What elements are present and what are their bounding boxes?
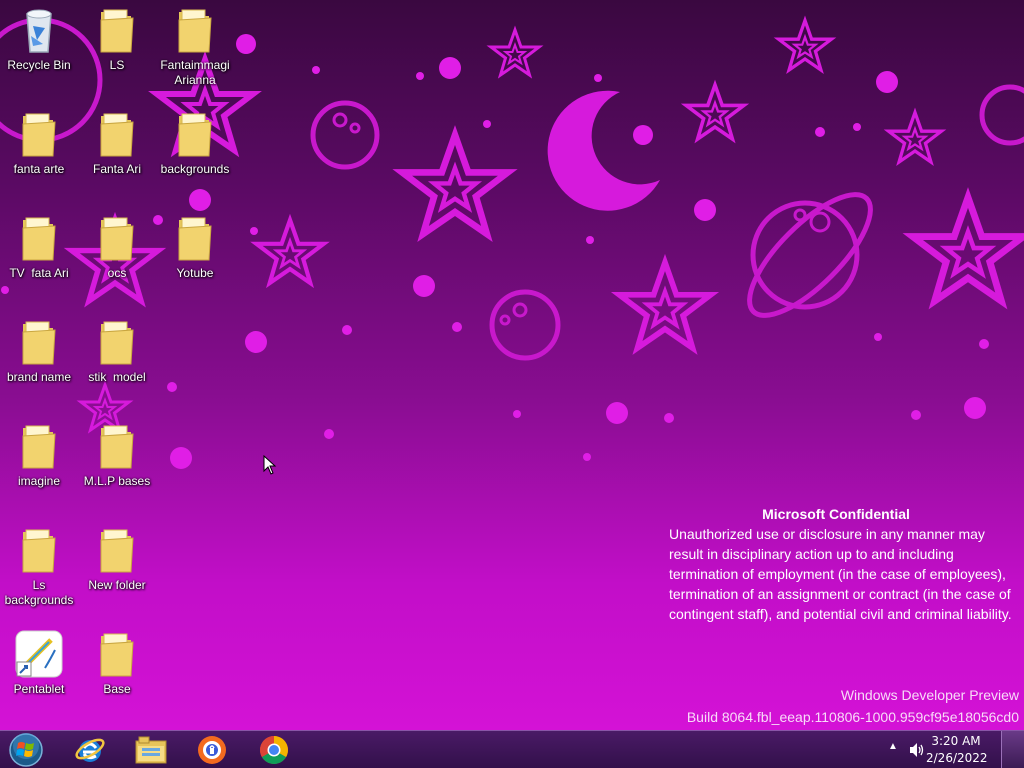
desktop-icon-ocs[interactable]: ocs — [78, 214, 156, 281]
desktop-icon-label: Yotube — [176, 266, 214, 280]
desktop-icon-label: imagine — [17, 474, 61, 488]
desktop-icon-brand-name[interactable]: brand name — [0, 318, 78, 385]
desktop-icon-fanta-ari[interactable]: Fanta Ari — [78, 110, 156, 177]
folder-icon — [100, 321, 134, 365]
recycle-bin-icon — [26, 9, 52, 53]
desktop-icon-ls-backgrounds[interactable]: Ls backgrounds — [0, 526, 78, 608]
folder-icon — [100, 633, 134, 677]
desktop-icon-stik-model[interactable]: stik model — [78, 318, 156, 385]
desktop-icon-recycle-bin[interactable]: Recycle Bin — [0, 6, 78, 73]
folder-icon — [178, 113, 212, 157]
desktop-icon-label: fanta arte — [13, 162, 65, 176]
desktop-icon-label: Recycle Bin — [7, 58, 71, 72]
watermark-title: Microsoft Confidential — [762, 506, 910, 522]
desktop-icon-fanta-arte[interactable]: fanta arte — [0, 110, 78, 177]
folder-icon — [22, 321, 56, 365]
desktop-icon-label: New folder — [88, 578, 146, 592]
product-name: Windows Developer Preview — [840, 687, 1019, 703]
desktop-icon-label: Ls backgrounds — [4, 578, 74, 607]
desktop-icon-label: backgrounds — [160, 162, 230, 176]
show-desktop-button[interactable] — [1001, 731, 1024, 768]
desktop-icon-tv-fata-ari[interactable]: TV fata Ari — [0, 214, 78, 281]
desktop-icon-label: Pentablet — [13, 682, 65, 696]
build-string: Build 8064.fbl_eeap.110806-1000.959cf95e… — [686, 709, 1019, 725]
taskbar: ▲ 3:20 AM 2/26/2022 — [0, 730, 1024, 768]
desktop-icon-yotube[interactable]: Yotube — [156, 214, 234, 281]
folder-icon — [22, 425, 56, 469]
desktop-icon-label: M.L.P bases — [83, 474, 151, 488]
desktop-icon-label: brand name — [6, 370, 72, 384]
desktop-icon-new-folder[interactable]: New folder — [78, 526, 156, 593]
desktop-icon-label: ocs — [107, 266, 127, 280]
clock-date[interactable]: 2/26/2022 — [926, 751, 988, 765]
folder-icon — [100, 113, 134, 157]
folder-icon — [100, 529, 134, 573]
desktop-icon-fantaimmagi-arianna[interactable]: Fantaimmagi Arianna — [156, 6, 234, 88]
desktop-icon-label: Base — [103, 682, 131, 696]
moon-shape — [547, 90, 660, 211]
desktop-icon-backgrounds[interactable]: backgrounds — [156, 110, 234, 177]
folder-icon — [100, 9, 134, 53]
internet-explorer-icon — [75, 738, 105, 762]
taskbar-chrome[interactable] — [246, 732, 302, 768]
clock-time[interactable]: 3:20 AM — [926, 734, 986, 748]
folder-icon — [22, 113, 56, 157]
pentablet-shortcut-icon — [15, 630, 63, 678]
chrome-icon — [260, 736, 288, 764]
desktop-icon-base[interactable]: Base — [78, 630, 156, 697]
build-info: Windows Developer Preview Build 8064.fbl… — [687, 684, 1019, 728]
desktop-icon-pentablet[interactable]: Pentablet — [0, 630, 78, 697]
desktop-icon-imagine[interactable]: imagine — [0, 422, 78, 489]
confidential-watermark: Microsoft Confidential Unauthorized use … — [669, 504, 1021, 624]
volume-icon[interactable] — [908, 742, 926, 758]
system-tray: ▲ 3:20 AM 2/26/2022 — [884, 731, 1024, 768]
folder-icon — [178, 9, 212, 53]
taskbar-avast-browser[interactable] — [184, 732, 240, 768]
desktop[interactable]: Recycle Bin LS Fantaimmagi Arianna fanta… — [0, 0, 1024, 730]
desktop-icon-label: Fantaimmagi Arianna — [160, 58, 230, 87]
taskbar-file-explorer[interactable] — [123, 732, 179, 768]
taskbar-internet-explorer[interactable] — [62, 732, 118, 768]
desktop-icon-label: TV fata Ari — [9, 266, 69, 280]
desktop-icon-label: LS — [109, 58, 125, 72]
desktop-icon-ls[interactable]: LS — [78, 6, 156, 73]
show-hidden-icons-arrow[interactable]: ▲ — [888, 741, 898, 752]
watermark-body: Unauthorized use or disclosure in any ma… — [669, 526, 1012, 622]
avast-browser-icon — [198, 736, 226, 764]
file-explorer-icon — [135, 736, 167, 764]
start-button[interactable] — [2, 732, 50, 768]
windows-start-orb-icon — [9, 733, 43, 767]
desktop-icon-mlp-bases[interactable]: M.L.P bases — [78, 422, 156, 489]
folder-icon — [100, 217, 134, 261]
desktop-icon-label: Fanta Ari — [92, 162, 142, 176]
folder-icon — [22, 217, 56, 261]
mouse-cursor-icon — [263, 455, 277, 475]
desktop-icon-label: stik model — [88, 370, 146, 384]
folder-icon — [100, 425, 134, 469]
folder-icon — [178, 217, 212, 261]
folder-icon — [22, 529, 56, 573]
